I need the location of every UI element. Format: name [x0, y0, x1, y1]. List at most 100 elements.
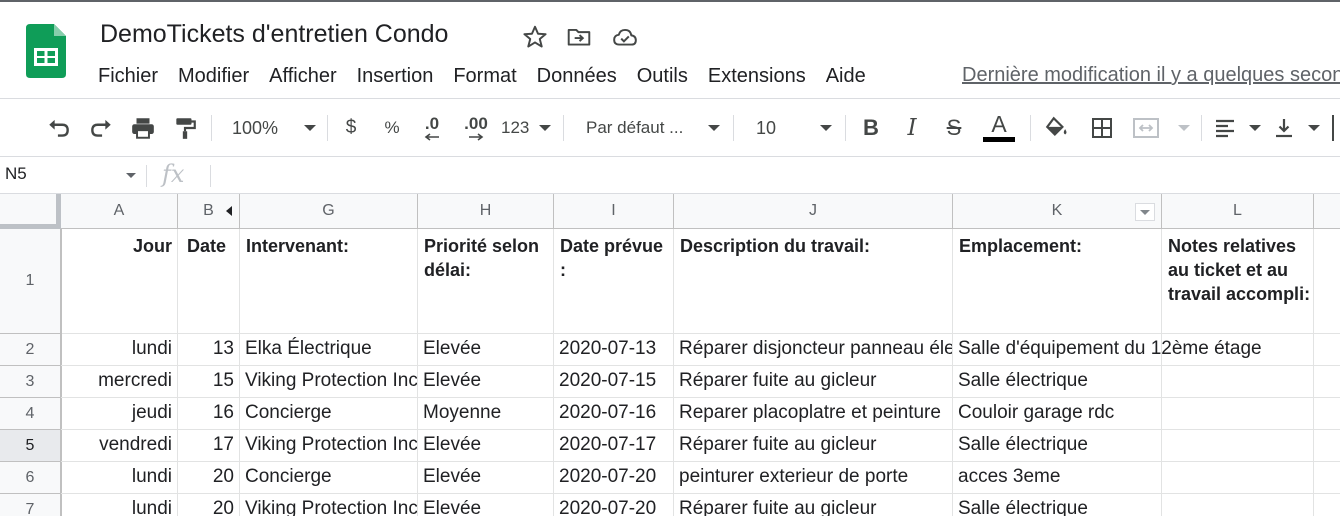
- jour-cell[interactable]: vendredi: [61, 430, 178, 462]
- empty-cell[interactable]: [1314, 366, 1340, 398]
- zoom-select[interactable]: 100%: [232, 113, 316, 143]
- column-header-a[interactable]: A: [61, 194, 178, 229]
- jour-cell[interactable]: jeudi: [61, 398, 178, 430]
- description-cell[interactable]: Réparer fuite au gicleur: [674, 430, 953, 462]
- empty-cell[interactable]: [1314, 430, 1340, 462]
- move-to-folder-icon[interactable]: [566, 24, 592, 50]
- notes-cell[interactable]: [1162, 462, 1314, 494]
- star-icon[interactable]: [522, 24, 548, 50]
- description-cell[interactable]: Réparer fuite au gicleur: [674, 366, 953, 398]
- menu-aide[interactable]: Aide: [816, 63, 876, 92]
- menu-format[interactable]: Format: [443, 63, 526, 92]
- emplacement-cell[interactable]: Salle électrique: [953, 494, 1162, 516]
- date-prevue-cell[interactable]: 2020-07-13: [554, 334, 674, 366]
- priorite-cell[interactable]: Elevée: [418, 366, 554, 398]
- horizontal-align-button[interactable]: [1213, 113, 1261, 143]
- empty-cell[interactable]: [1314, 229, 1340, 334]
- notes-cell[interactable]: [1162, 430, 1314, 462]
- column-header-l[interactable]: L: [1162, 194, 1314, 229]
- notes-cell[interactable]: [1162, 366, 1314, 398]
- column-header-g[interactable]: G: [240, 194, 418, 229]
- column-header-m[interactable]: [1314, 194, 1340, 229]
- jour-cell[interactable]: lundi: [61, 462, 178, 494]
- column-header-h[interactable]: H: [418, 194, 554, 229]
- row-header[interactable]: 1: [0, 229, 61, 334]
- menu-fichier[interactable]: Fichier: [88, 63, 168, 92]
- emplacement-cell[interactable]: Salle d'équipement du 12ème étage: [953, 334, 1262, 366]
- sheets-logo-icon[interactable]: [26, 24, 66, 78]
- header-cell-description[interactable]: Description du travail:: [674, 229, 953, 334]
- intervenant-cell[interactable]: Elka Électrique: [240, 334, 418, 366]
- empty-cell[interactable]: [1314, 398, 1340, 430]
- date-cell[interactable]: 16: [178, 398, 240, 430]
- priorite-cell[interactable]: Elevée: [418, 494, 554, 516]
- header-cell-date[interactable]: Date: [178, 229, 240, 334]
- strikethrough-button[interactable]: S: [940, 113, 968, 143]
- row-header[interactable]: 7: [0, 494, 61, 516]
- date-prevue-cell[interactable]: 2020-07-15: [554, 366, 674, 398]
- row-header[interactable]: 6: [0, 462, 61, 494]
- row-header-selected[interactable]: 5: [0, 430, 61, 462]
- intervenant-cell[interactable]: Concierge: [240, 398, 418, 430]
- menu-insertion[interactable]: Insertion: [347, 63, 444, 92]
- formula-input[interactable]: [220, 157, 1330, 193]
- header-cell-intervenant[interactable]: Intervenant:: [240, 229, 418, 334]
- date-cell[interactable]: 20: [178, 462, 240, 494]
- date-prevue-cell[interactable]: 2020-07-20: [554, 494, 674, 516]
- row-header[interactable]: 3: [0, 366, 61, 398]
- header-cell-date-prevue[interactable]: Date prévue :: [554, 229, 674, 334]
- description-cell[interactable]: Reparer placoplatre et peinture: [674, 398, 953, 430]
- currency-format-button[interactable]: $: [338, 113, 364, 143]
- font-family-select[interactable]: Par défaut ...: [586, 113, 720, 143]
- intervenant-cell[interactable]: Viking Protection Incendie: [240, 430, 418, 462]
- fill-color-button[interactable]: [1042, 113, 1072, 143]
- print-button[interactable]: [128, 113, 158, 143]
- date-cell[interactable]: 20: [178, 494, 240, 516]
- description-cell[interactable]: Réparer disjoncteur panneau électrique: [674, 334, 953, 366]
- cloud-saved-icon[interactable]: [612, 24, 638, 50]
- menu-donnees[interactable]: Données: [527, 63, 627, 92]
- column-header-i[interactable]: I: [554, 194, 674, 229]
- empty-cell[interactable]: [1314, 462, 1340, 494]
- merge-cells-button[interactable]: [1132, 113, 1190, 143]
- priorite-cell[interactable]: Elevée: [418, 462, 554, 494]
- description-cell[interactable]: peinturer exterieur de porte: [674, 462, 953, 494]
- name-box[interactable]: N5: [0, 157, 145, 193]
- menu-extensions[interactable]: Extensions: [698, 63, 816, 92]
- header-cell-priorite[interactable]: Priorité selon délai:: [418, 229, 554, 334]
- date-prevue-cell[interactable]: 2020-07-20: [554, 462, 674, 494]
- notes-cell[interactable]: [1162, 494, 1314, 516]
- empty-cell[interactable]: [1314, 334, 1340, 366]
- menu-afficher[interactable]: Afficher: [259, 63, 346, 92]
- date-prevue-cell[interactable]: 2020-07-17: [554, 430, 674, 462]
- empty-cell[interactable]: [1314, 494, 1340, 516]
- emplacement-cell[interactable]: Salle électrique: [953, 366, 1162, 398]
- priorite-cell[interactable]: Elevée: [418, 430, 554, 462]
- increase-decimals-button[interactable]: .00: [458, 113, 494, 143]
- menu-modifier[interactable]: Modifier: [168, 63, 259, 92]
- vertical-align-button[interactable]: [1272, 113, 1320, 143]
- column-header-j[interactable]: J: [674, 194, 953, 229]
- intervenant-cell[interactable]: Viking Protection Incendie: [240, 366, 418, 398]
- intervenant-cell[interactable]: Concierge: [240, 462, 418, 494]
- row-header[interactable]: 4: [0, 398, 61, 430]
- filter-dropdown-button[interactable]: [1135, 203, 1155, 221]
- jour-cell[interactable]: lundi: [61, 334, 178, 366]
- notes-cell[interactable]: [1162, 398, 1314, 430]
- header-cell-notes[interactable]: Notes relatives au ticket et au travail …: [1162, 229, 1314, 334]
- intervenant-cell[interactable]: Viking Protection Incendie: [240, 494, 418, 516]
- emplacement-cell[interactable]: acces 3eme: [953, 462, 1162, 494]
- font-size-select[interactable]: 10: [756, 113, 832, 143]
- text-color-button[interactable]: A: [982, 111, 1016, 147]
- priorite-cell[interactable]: Moyenne: [418, 398, 554, 430]
- row-header[interactable]: 2: [0, 334, 61, 366]
- decrease-decimals-button[interactable]: .0: [416, 113, 448, 143]
- emplacement-cell[interactable]: Salle électrique: [953, 430, 1162, 462]
- date-cell[interactable]: 13: [178, 334, 240, 366]
- hidden-columns-left-arrow-icon[interactable]: [226, 206, 232, 216]
- column-header-k[interactable]: K: [953, 194, 1162, 229]
- italic-button[interactable]: I: [898, 113, 926, 143]
- bold-button[interactable]: B: [857, 113, 885, 143]
- redo-button[interactable]: [86, 113, 116, 143]
- menu-outils[interactable]: Outils: [627, 63, 698, 92]
